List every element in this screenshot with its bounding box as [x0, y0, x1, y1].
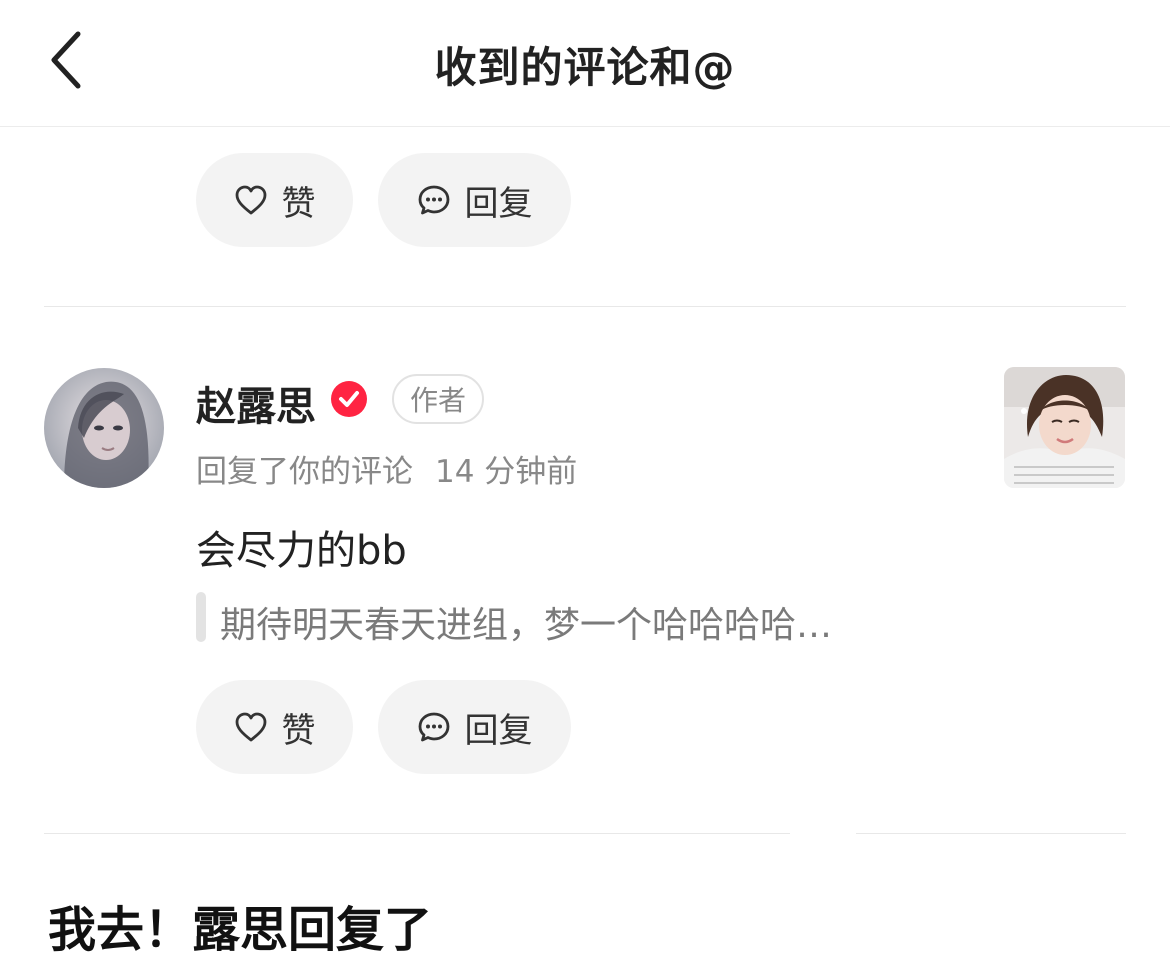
- reply-button[interactable]: 回复: [378, 153, 571, 247]
- top-nav-bar: 收到的评论和@: [0, 0, 1170, 127]
- reply-label: 回复: [464, 710, 533, 751]
- action-text: 回复了你的评论: [196, 454, 413, 490]
- divider: [856, 833, 1126, 834]
- divider: [44, 833, 790, 834]
- reply-button[interactable]: 回复: [378, 680, 571, 774]
- page-title: 收到的评论和@: [434, 43, 736, 92]
- quote-bar: [196, 592, 206, 642]
- comment-bubble-icon: [418, 712, 449, 742]
- like-label: 赞: [281, 183, 316, 224]
- timestamp: 14 分钟前: [435, 454, 578, 490]
- verified-check-icon: [331, 381, 367, 417]
- comment-bubble-icon: [418, 185, 449, 215]
- comment-text: 会尽力的bb: [196, 528, 407, 574]
- reply-label: 回复: [464, 183, 533, 224]
- author-badge: 作者: [392, 374, 484, 424]
- post-thumbnail[interactable]: [1004, 367, 1125, 488]
- heart-icon: [235, 185, 266, 215]
- caption-text: 我去！露思回复了: [48, 902, 433, 958]
- avatar[interactable]: [44, 368, 164, 488]
- divider: [44, 306, 1126, 307]
- notification-meta: 回复了你的评论 14 分钟前: [196, 446, 577, 491]
- like-button[interactable]: 赞: [196, 153, 353, 247]
- like-label: 赞: [281, 710, 316, 751]
- heart-icon: [235, 712, 266, 742]
- like-button[interactable]: 赞: [196, 680, 353, 774]
- watermark-blur: [470, 888, 718, 946]
- quoted-comment[interactable]: 期待明天春天进组，梦一个哈哈哈哈…: [220, 596, 832, 648]
- user-name[interactable]: 赵露思: [196, 374, 316, 432]
